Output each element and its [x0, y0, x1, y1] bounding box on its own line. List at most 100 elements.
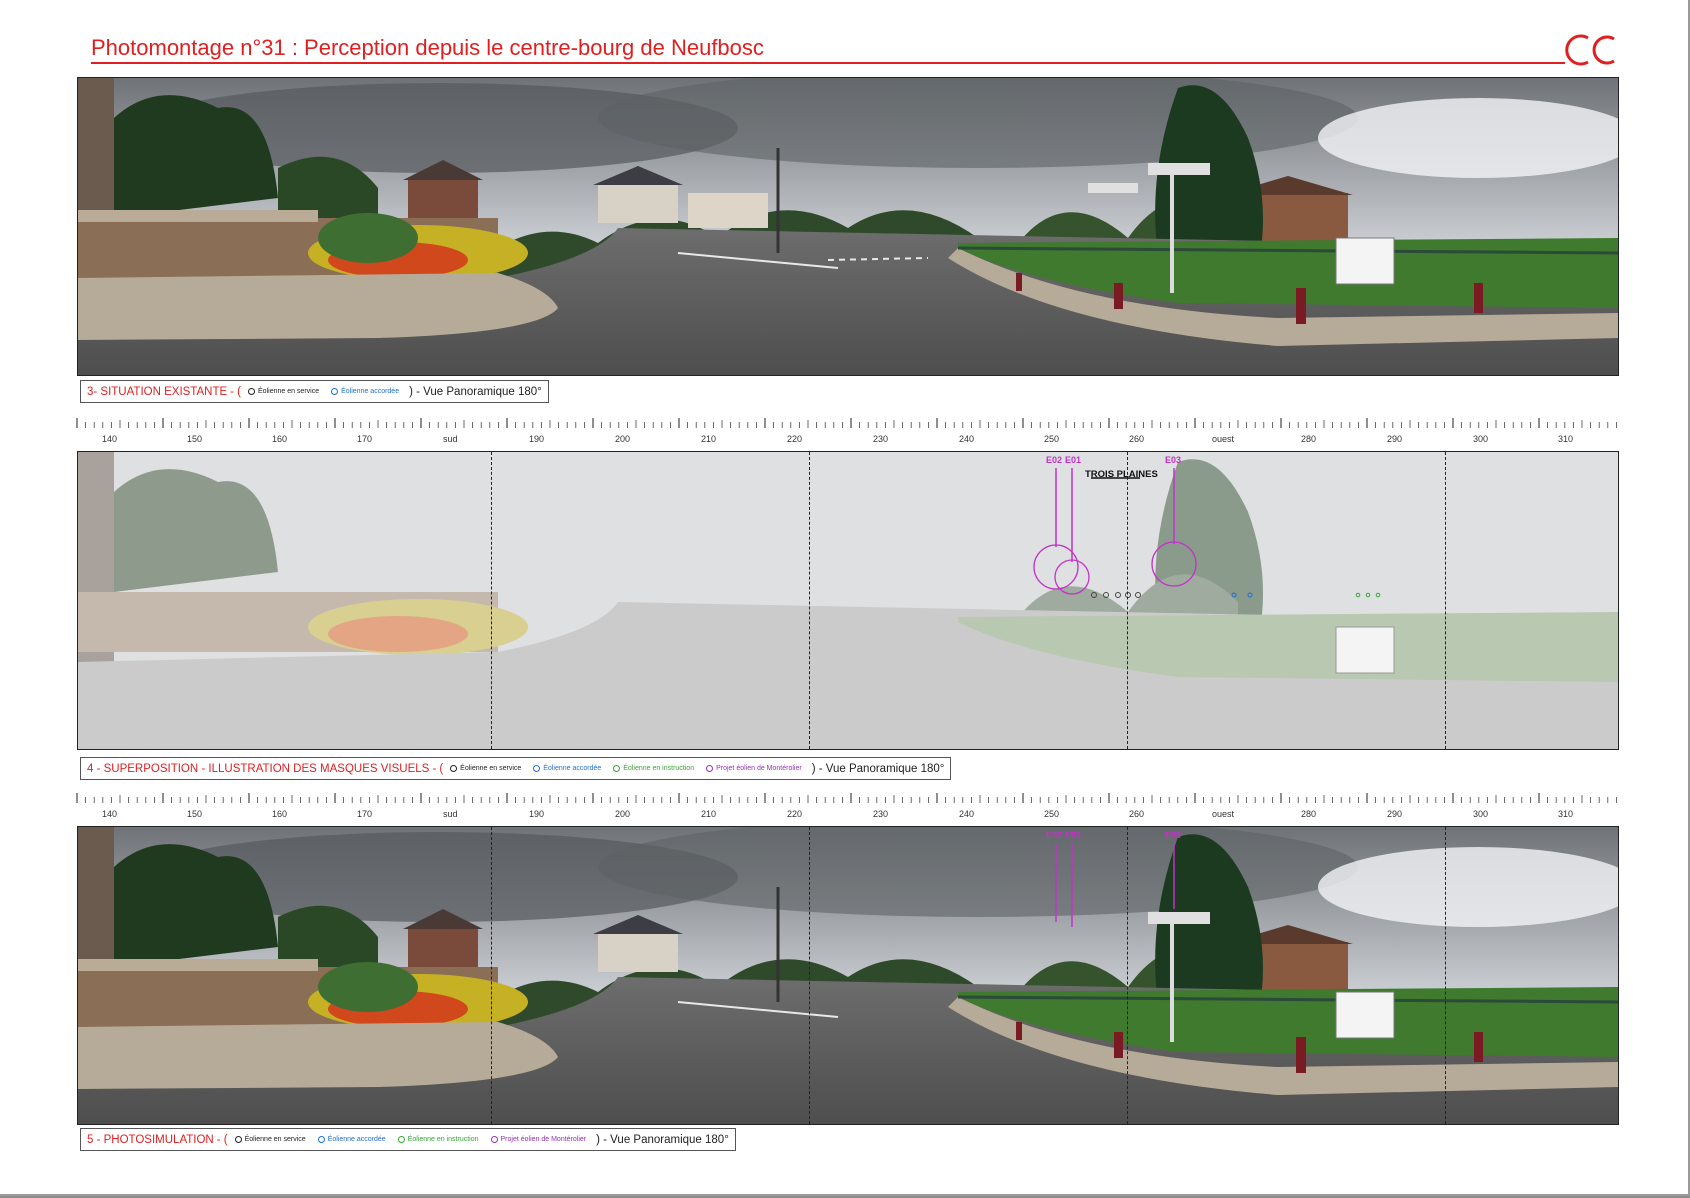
- legend-turbine-in-service: Éolienne en service: [248, 388, 319, 395]
- turbine-label-e02: E02: [1046, 455, 1063, 465]
- scale-label: 290: [1387, 809, 1403, 819]
- scale-label: 140: [102, 809, 118, 819]
- circle-icon: [533, 765, 541, 772]
- sector-divider: [809, 827, 810, 1124]
- circle-icon: [331, 388, 339, 395]
- caption-paren: - (: [216, 1133, 228, 1146]
- scale-label: 310: [1558, 809, 1574, 819]
- caption-view: ) - Vue Panoramique 180°: [811, 762, 945, 775]
- scale-label: 150: [187, 434, 203, 444]
- legend-turbine-approved: Éolienne accordée: [331, 388, 399, 395]
- circle-icon: [248, 388, 256, 395]
- title-underline: [91, 62, 1565, 64]
- circle-icon: [450, 765, 458, 772]
- scale-label: 200: [615, 434, 631, 444]
- scale-label: 210: [701, 809, 717, 819]
- scale-label: 280: [1301, 434, 1317, 444]
- legend-label: Éolienne en service: [244, 1136, 306, 1143]
- scale-label: 160: [272, 809, 288, 819]
- caption-existing: 3- SITUATION EXISTANTE - ( Éolienne en s…: [80, 380, 549, 403]
- legend-turbine-approved: Éolienne accordée: [533, 765, 601, 772]
- legend-label: Éolienne en instruction: [623, 765, 695, 772]
- scale-label: sud: [443, 434, 458, 444]
- legend-label: Projet éolien de Montérolier: [500, 1136, 587, 1143]
- scale-label: 210: [701, 434, 717, 444]
- brand-logo-icon: [1565, 34, 1615, 66]
- sector-divider: [491, 452, 492, 749]
- scale-label: 240: [959, 434, 975, 444]
- legend-label: Projet éolien de Montérolier: [716, 765, 802, 772]
- panorama-masks-image: [78, 452, 1618, 749]
- circle-icon: [706, 765, 714, 772]
- scale-label: 240: [959, 809, 975, 819]
- scale-label: 280: [1301, 809, 1317, 819]
- scale-label: 230: [873, 809, 889, 819]
- scale-label: 310: [1558, 434, 1574, 444]
- sector-divider: [1127, 827, 1128, 1124]
- panorama-photosimulation-image: [78, 827, 1618, 1124]
- panorama-photosimulation: E02 E01 E03: [77, 826, 1619, 1125]
- turbine-label-e03: E03: [1165, 455, 1182, 465]
- circle-icon: [234, 1136, 242, 1143]
- caption-paren: - (: [230, 385, 242, 398]
- sector-divider: [1127, 452, 1128, 749]
- caption-title: 3- SITUATION EXISTANTE: [87, 385, 228, 398]
- legend-project: Projet éolien de Montérolier: [706, 765, 802, 772]
- circle-icon: [490, 1136, 498, 1143]
- scale-label: ouest: [1212, 809, 1235, 819]
- scale-label: 200: [615, 809, 631, 819]
- scale-label: 300: [1473, 434, 1489, 444]
- legend-label: Éolienne accordée: [341, 388, 400, 395]
- scale-label: 250: [1044, 434, 1060, 444]
- legend-project: Projet éolien de Montérolier: [490, 1136, 587, 1143]
- scale-label: 260: [1129, 809, 1145, 819]
- scale-label: 300: [1473, 809, 1489, 819]
- legend-label: Éolienne en instruction: [407, 1136, 479, 1143]
- scale-label: 230: [873, 434, 889, 444]
- turbine-label-e02: E02: [1046, 830, 1063, 840]
- scale-label: 260: [1129, 434, 1145, 444]
- zone-label: TROIS PLAINES: [1085, 469, 1158, 480]
- circle-icon: [317, 1136, 325, 1143]
- page-title: Photomontage n°31 : Perception depuis le…: [91, 35, 764, 60]
- caption-view: ) - Vue Panoramique 180°: [409, 385, 542, 398]
- legend-label: Éolienne accordée: [543, 765, 602, 772]
- legend-label: Éolienne en service: [460, 765, 522, 772]
- scale-label: 140: [102, 434, 118, 444]
- caption-title: 5 - PHOTOSIMULATION: [87, 1133, 214, 1146]
- legend-turbine-in-service: Éolienne en service: [450, 765, 521, 772]
- scale-label: 220: [787, 809, 803, 819]
- caption-photosimulation: 5 - PHOTOSIMULATION - ( Éolienne en serv…: [80, 1128, 736, 1151]
- legend-label: Éolienne en service: [258, 388, 320, 395]
- sector-divider: [491, 827, 492, 1124]
- scale-label: 220: [787, 434, 803, 444]
- scale-label: 290: [1387, 434, 1403, 444]
- circle-icon: [613, 765, 621, 772]
- legend-turbine-approved: Éolienne accordée: [317, 1136, 386, 1143]
- scale-label: 250: [1044, 809, 1060, 819]
- panorama-existing-image: [78, 78, 1618, 375]
- turbine-label-e03: E03: [1165, 830, 1182, 840]
- turbine-label-e01: E01: [1065, 455, 1082, 465]
- scale-label: ouest: [1212, 434, 1235, 444]
- sector-divider: [1445, 827, 1446, 1124]
- sector-divider: [1445, 452, 1446, 749]
- page-sheet: Photomontage n°31 : Perception depuis le…: [0, 0, 1690, 1196]
- panorama-masks: E02 E01 E03 TROIS PLAINES: [77, 451, 1619, 750]
- caption-paren: - (: [432, 762, 444, 775]
- scale-label: 170: [357, 809, 373, 819]
- turbine-label-e01: E01: [1065, 830, 1082, 840]
- angle-scale-top: 140 150 160 170 sud 190 200 210 220 230 …: [75, 418, 1620, 448]
- angle-scale-bottom: 140 150 160 170 sud 190 200 210 220 230 …: [75, 793, 1620, 823]
- scale-label: 170: [357, 434, 373, 444]
- legend-turbine-in-review: Éolienne en instruction: [613, 765, 694, 772]
- scale-label: 150: [187, 809, 203, 819]
- caption-view: ) - Vue Panoramique 180°: [596, 1133, 729, 1146]
- scale-label: sud: [443, 809, 458, 819]
- caption-masks: 4 - SUPERPOSITION - ILLUSTRATION DES MAS…: [80, 757, 952, 780]
- legend-turbine-in-service: Éolienne en service: [234, 1136, 306, 1143]
- scale-label: 190: [529, 434, 545, 444]
- scale-label: 160: [272, 434, 288, 444]
- legend-turbine-in-review: Éolienne en instruction: [397, 1136, 479, 1143]
- sector-divider: [809, 452, 810, 749]
